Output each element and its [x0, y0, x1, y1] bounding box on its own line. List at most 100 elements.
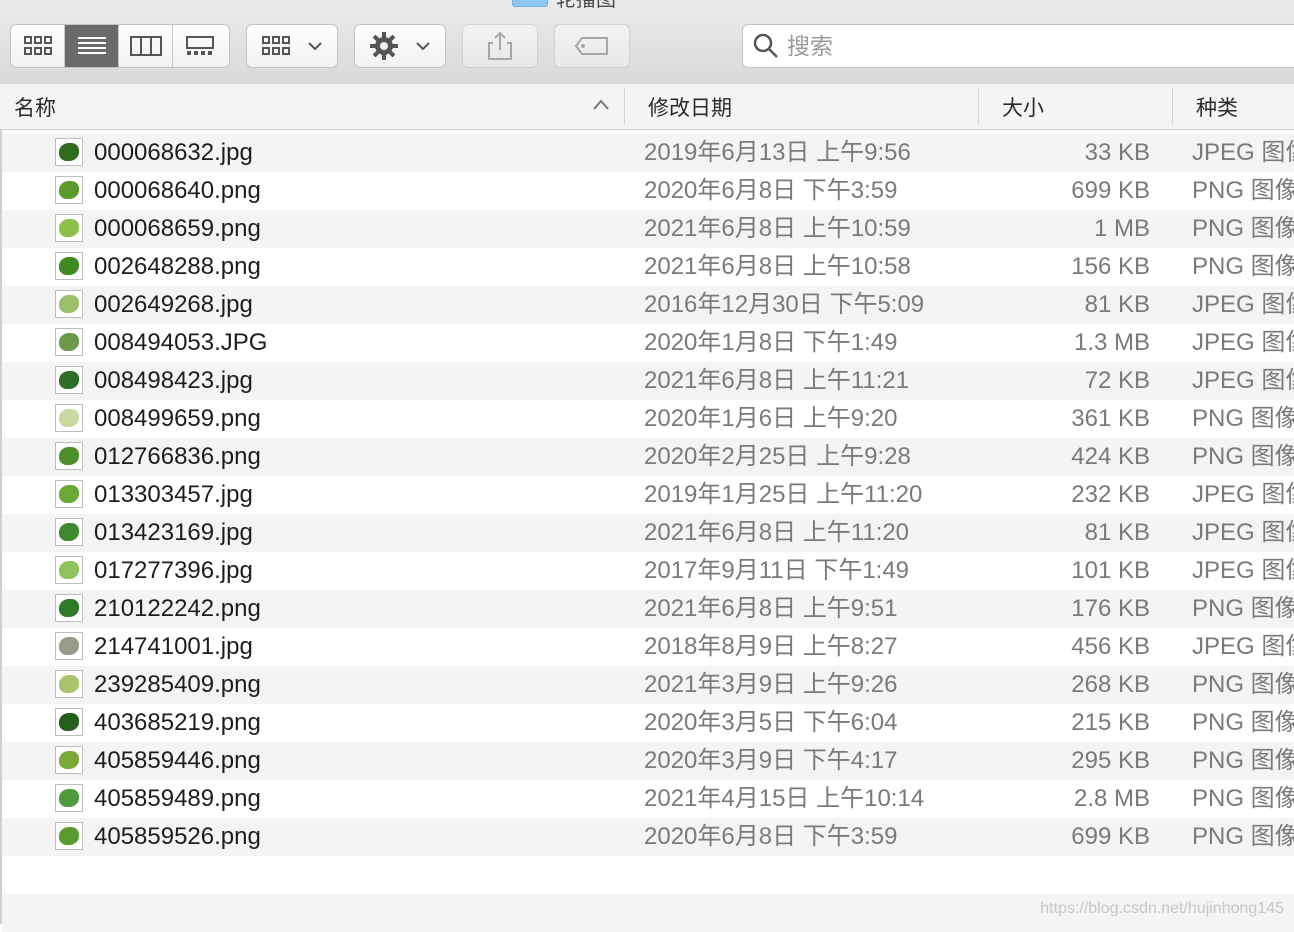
file-name: 000068632.jpg	[94, 139, 253, 166]
file-thumbnail-icon	[55, 822, 83, 850]
tags-button[interactable]	[554, 24, 630, 68]
icon-view-button[interactable]	[11, 25, 65, 67]
search-icon	[753, 33, 778, 58]
file-modified-date: 2019年1月25日 上午11:20	[644, 481, 923, 508]
view-mode-segmented-control	[10, 24, 230, 68]
file-kind: JPEG 图像	[1192, 329, 1294, 356]
column-header-name-label: 名称	[14, 96, 56, 120]
file-kind: PNG 图像	[1192, 671, 1294, 698]
column-header: 名称 修改日期 大小 种类	[0, 84, 1294, 130]
file-size: 699 KB	[1071, 823, 1150, 850]
file-name: 239285409.png	[94, 671, 261, 698]
file-name: 013303457.jpg	[94, 481, 253, 508]
thumbnail-image	[59, 789, 79, 807]
search-field[interactable]	[742, 24, 1294, 68]
file-row[interactable]: 000068659.png 2021年6月8日 上午10:59 1 MB PNG 图像	[2, 210, 1294, 248]
column-header-date[interactable]: 修改日期	[648, 84, 978, 129]
file-row[interactable]: 008494053.JPG 2020年1月8日 下午1:49 1.3 MB JPEG …	[2, 324, 1294, 362]
column-divider[interactable]	[978, 88, 979, 125]
gallery-view-icon	[186, 36, 214, 55]
file-row[interactable]: 008499659.png 2020年1月6日 上午9:20 361 KB PNG 图…	[2, 400, 1294, 438]
file-name: 008499659.png	[94, 405, 261, 432]
file-thumbnail-icon	[55, 290, 83, 318]
search-input[interactable]	[785, 31, 1269, 61]
file-row[interactable]: 002649268.jpg 2016年12月30日 下午5:09 81 KB JPEG…	[2, 286, 1294, 324]
column-header-name[interactable]: 名称	[14, 84, 624, 129]
sort-ascending-icon[interactable]	[592, 98, 610, 112]
file-row[interactable]: 405859489.png 2021年4月15日 上午10:14 2.8 MB PNG…	[2, 780, 1294, 818]
file-modified-date: 2019年6月13日 上午9:56	[644, 139, 911, 166]
file-modified-date: 2016年12月30日 下午5:09	[644, 291, 925, 318]
file-row[interactable]: 239285409.png 2021年3月9日 上午9:26 268 KB PNG 图…	[2, 666, 1294, 704]
file-thumbnail-icon	[55, 328, 83, 356]
file-row[interactable]: 013423169.jpg 2021年6月8日 上午11:20 81 KB JPEG …	[2, 514, 1294, 552]
file-name: 008494053.JPG	[94, 329, 268, 356]
file-size: 176 KB	[1071, 595, 1150, 622]
file-size: 232 KB	[1071, 481, 1150, 508]
action-button[interactable]	[354, 24, 446, 68]
gallery-view-button[interactable]	[173, 25, 227, 67]
file-row[interactable]: 210122242.png 2021年6月8日 上午9:51 176 KB PNG 图…	[2, 590, 1294, 628]
file-name: 017277396.jpg	[94, 557, 253, 584]
file-size: 81 KB	[1084, 291, 1150, 318]
gear-icon	[370, 32, 398, 60]
column-view-icon	[129, 36, 162, 56]
file-row[interactable]: 405859526.png 2020年6月8日 下午3:59 699 KB PNG 图…	[2, 818, 1294, 856]
file-row[interactable]: 405859446.png 2020年3月9日 下午4:17 295 KB PNG 图…	[2, 742, 1294, 780]
list-view-icon	[77, 37, 106, 54]
file-name: 405859526.png	[94, 823, 261, 850]
file-row[interactable]: 013303457.jpg 2019年1月25日 上午11:20 232 KB JPE…	[2, 476, 1294, 514]
column-header-kind[interactable]: 种类	[1196, 84, 1294, 129]
file-modified-date: 2020年6月8日 下午3:59	[644, 823, 898, 850]
list-view-button[interactable]	[65, 25, 119, 67]
share-button[interactable]	[462, 24, 538, 68]
file-modified-date: 2021年6月8日 上午9:51	[644, 595, 898, 622]
thumbnail-image	[59, 599, 79, 617]
file-row[interactable]: 000068632.jpg 2019年6月13日 上午9:56 33 KB JPEG …	[2, 134, 1294, 172]
file-row[interactable]: 000068640.png 2020年6月8日 下午3:59 699 KB PNG 图…	[2, 172, 1294, 210]
file-modified-date: 2017年9月11日 下午1:49	[644, 557, 910, 584]
thumbnail-image	[59, 713, 79, 731]
file-thumbnail-icon	[55, 442, 83, 470]
file-thumbnail-icon	[55, 746, 83, 774]
file-name: 013423169.jpg	[94, 519, 253, 546]
column-divider[interactable]	[1172, 88, 1173, 125]
folder-icon	[512, 0, 548, 7]
file-modified-date: 2020年3月5日 下午6:04	[644, 709, 898, 736]
watermark: https://blog.csdn.net/hujinhong145	[1040, 900, 1284, 917]
file-name: 403685219.png	[94, 709, 261, 736]
thumbnail-image	[59, 257, 79, 275]
chevron-down-icon	[416, 42, 430, 51]
file-list: 000068632.jpg 2019年6月13日 上午9:56 33 KB JPEG …	[2, 134, 1294, 932]
file-row[interactable]: 008498423.jpg 2021年6月8日 上午11:21 72 KB JPEG …	[2, 362, 1294, 400]
column-header-size[interactable]: 大小	[1002, 84, 1172, 129]
file-row[interactable]: 017277396.jpg 2017年9月11日 下午1:49 101 KB JPEG…	[2, 552, 1294, 590]
file-row[interactable]: 403685219.png 2020年3月5日 下午6:04 215 KB PNG 图…	[2, 704, 1294, 742]
file-size: 424 KB	[1071, 443, 1150, 470]
file-kind: JPEG 图像	[1192, 557, 1294, 584]
file-modified-date: 2020年3月9日 下午4:17	[644, 747, 898, 774]
group-by-button[interactable]	[246, 24, 338, 68]
file-size: 1 MB	[1093, 215, 1150, 242]
file-kind: PNG 图像	[1192, 443, 1294, 470]
share-icon	[488, 31, 512, 60]
file-modified-date: 2018年8月9日 上午8:27	[644, 633, 898, 660]
file-thumbnail-icon	[55, 480, 83, 508]
file-modified-date: 2020年1月8日 下午1:49	[644, 329, 898, 356]
file-size: 72 KB	[1084, 367, 1150, 394]
file-row[interactable]: 002648288.png 2021年6月8日 上午10:58 156 KB PNG …	[2, 248, 1294, 286]
file-name: 012766836.png	[94, 443, 261, 470]
file-row[interactable]: 012766836.png 2020年2月25日 上午9:28 424 KB PNG …	[2, 438, 1294, 476]
file-thumbnail-icon	[55, 594, 83, 622]
file-modified-date: 2021年6月8日 上午11:21	[644, 367, 910, 394]
file-kind: PNG 图像	[1192, 405, 1294, 432]
file-thumbnail-icon	[55, 708, 83, 736]
column-divider[interactable]	[624, 88, 625, 125]
file-name: 002648288.png	[94, 253, 261, 280]
file-row[interactable]: 214741001.jpg 2018年8月9日 上午8:27 456 KB JPEG …	[2, 628, 1294, 666]
file-name: 210122242.png	[94, 595, 261, 622]
thumbnail-image	[59, 751, 79, 769]
file-size: 156 KB	[1071, 253, 1150, 280]
column-view-button[interactable]	[119, 25, 173, 67]
file-kind: JPEG 图像	[1192, 481, 1294, 508]
